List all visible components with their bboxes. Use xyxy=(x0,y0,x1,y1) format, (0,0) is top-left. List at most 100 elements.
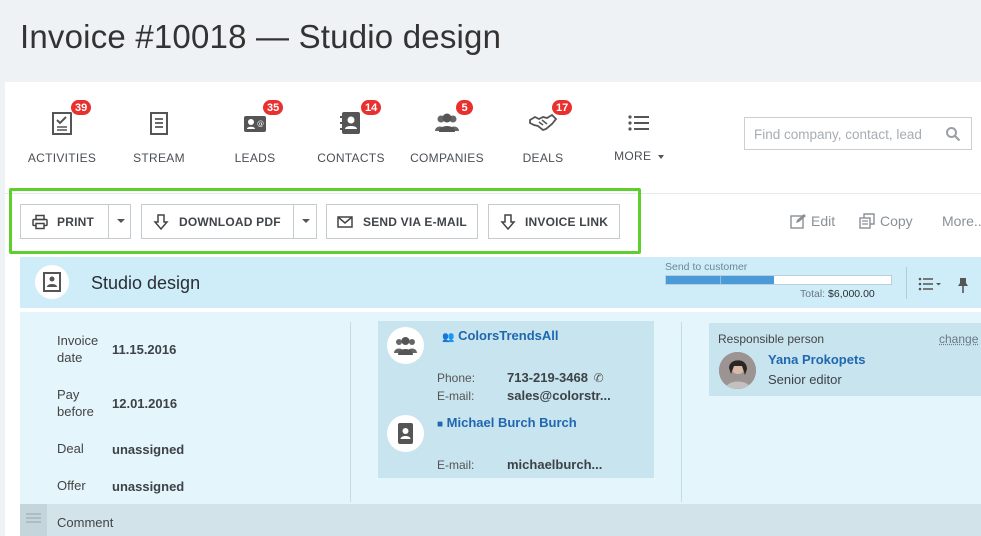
offer-value[interactable]: unassigned xyxy=(112,479,184,494)
client-box: 👥 ColorsTrendsAll Phone: 713-219-3468 ✆ … xyxy=(378,321,654,478)
send-email-label: SEND VIA E-MAIL xyxy=(363,215,467,229)
nav-more-button[interactable]: MORE xyxy=(593,82,685,182)
search-input[interactable] xyxy=(754,125,939,143)
company-name: ColorsTrendsAll xyxy=(458,328,559,343)
nav-companies[interactable]: 5 COMPANIES xyxy=(401,82,493,182)
search-box xyxy=(744,117,972,150)
contact-small-icon: ■ xyxy=(437,419,444,430)
column-divider-1 xyxy=(350,322,351,502)
nav-leads-badge: 35 xyxy=(262,99,285,116)
chevron-down-icon xyxy=(657,154,664,159)
change-responsible-link[interactable]: change xyxy=(939,332,978,346)
stream-document-icon xyxy=(145,109,173,137)
list-settings-icon[interactable] xyxy=(918,277,942,291)
print-button[interactable]: PRINT xyxy=(57,215,94,229)
company-people-icon xyxy=(394,337,417,355)
company-phone: 713-219-3468 ✆ xyxy=(507,370,604,385)
invoice-date-label-1: Invoice xyxy=(57,333,99,348)
pin-icon[interactable] xyxy=(957,277,969,293)
nav-deals-label: DEALS xyxy=(522,151,564,165)
column-divider-2 xyxy=(681,322,682,502)
nav-contacts-label: CONTACTS xyxy=(317,151,385,165)
invoice-details: Invoice date 11.15.2016 Pay before 12.01.2… xyxy=(20,312,981,504)
pay-before-value: 12.01.2016 xyxy=(112,396,178,411)
print-button-group: PRINT xyxy=(20,204,131,239)
invoice-link-label: INVOICE LINK xyxy=(525,215,609,229)
printer-icon xyxy=(32,214,48,230)
invoice-header: Studio design Send to customer Total: $6… xyxy=(20,257,981,308)
nav-stream-label: STREAM xyxy=(133,151,185,165)
envelope-icon xyxy=(337,214,353,230)
company-email-label: E-mail: xyxy=(437,389,475,403)
header-divider xyxy=(906,267,907,299)
nav-deals[interactable]: 17 DEALS xyxy=(497,82,589,182)
company-phone-value: 713-219-3468 xyxy=(507,370,588,385)
contact-email[interactable]: michaelburch... xyxy=(507,457,602,472)
total-value: $6,000.00 xyxy=(828,288,875,300)
responsible-role: Senior editor xyxy=(768,372,842,387)
invoice-date-label: Invoice date xyxy=(57,332,98,366)
invoice-link-button[interactable]: INVOICE LINK xyxy=(488,204,620,239)
pencil-icon xyxy=(790,214,806,229)
nav-companies-label: COMPANIES xyxy=(410,151,484,165)
nav-more-label: MORE xyxy=(593,149,685,163)
phone-handset-icon[interactable]: ✆ xyxy=(594,371,604,385)
contact-link[interactable]: ■ Michael Burch Burch xyxy=(437,415,577,430)
print-split-divider xyxy=(108,205,109,238)
pay-before-label: Pay before xyxy=(57,386,94,420)
download-dropdown-caret-icon[interactable] xyxy=(302,219,310,223)
page-title: Invoice #10018 — Studio design xyxy=(20,18,502,55)
contacts-book-icon xyxy=(337,109,365,137)
nav-leads-label: LEADS xyxy=(234,151,276,165)
comment-section[interactable]: Comment xyxy=(20,504,981,536)
search-icon[interactable] xyxy=(945,126,961,142)
company-phone-label: Phone: xyxy=(437,371,476,385)
download-split-divider xyxy=(293,205,294,238)
print-dropdown-caret-icon[interactable] xyxy=(117,219,125,223)
responsible-name[interactable]: Yana Prokopets xyxy=(768,352,866,367)
contact-email-label: E-mail: xyxy=(437,458,475,472)
nav-activities[interactable]: 39 ACTIVITIES xyxy=(16,82,108,182)
invoice-icon xyxy=(35,265,69,299)
invoice-total: Total: $6,000.00 xyxy=(800,288,875,300)
edit-label: Edit xyxy=(811,213,836,229)
stage-label: Send to customer xyxy=(665,261,748,273)
copy-icon xyxy=(859,213,875,229)
more-actions-button[interactable]: More... xyxy=(942,213,981,229)
comment-label: Comment xyxy=(57,515,114,530)
company-email[interactable]: sales@colorstr... xyxy=(507,388,611,403)
copy-label: Copy xyxy=(880,213,913,229)
company-avatar xyxy=(387,327,424,364)
list-menu-icon xyxy=(625,109,653,137)
download-pdf-button-group: DOWNLOAD PDF xyxy=(141,204,317,239)
invoice-title: Studio design xyxy=(91,273,201,293)
deal-value[interactable]: unassigned xyxy=(112,442,184,457)
contact-name: Michael Burch Burch xyxy=(446,415,577,430)
nav-leads[interactable]: @ 35 LEADS xyxy=(209,82,301,182)
pay-before-label-2: before xyxy=(57,404,94,419)
nav-stream[interactable]: STREAM xyxy=(113,82,205,182)
offer-label: Offer xyxy=(57,478,86,493)
nav-more-text: MORE xyxy=(614,149,652,163)
responsible-person-box: Responsible person change Yana Prokopets… xyxy=(709,323,981,396)
company-link[interactable]: 👥 ColorsTrendsAll xyxy=(442,328,559,343)
drag-handle-icon[interactable] xyxy=(20,504,47,536)
contact-book-icon xyxy=(398,423,413,444)
stage-progress-bar[interactable] xyxy=(665,275,892,285)
nav-contacts-badge: 14 xyxy=(360,99,383,116)
download-arrow-icon xyxy=(153,214,169,231)
link-arrow-down-icon xyxy=(500,214,516,231)
nav-companies-badge: 5 xyxy=(455,99,474,116)
nav-activities-label: ACTIVITIES xyxy=(27,151,97,165)
invoice-date-label-2: date xyxy=(57,350,83,365)
nav-deals-badge: 17 xyxy=(551,99,574,116)
deal-label: Deal xyxy=(57,441,84,456)
send-email-button[interactable]: SEND VIA E-MAIL xyxy=(326,204,478,239)
stage-segment-divider xyxy=(720,276,721,284)
responsible-label: Responsible person xyxy=(718,332,825,346)
responsible-avatar xyxy=(719,352,756,389)
invoice-date-value: 11.15.2016 xyxy=(112,342,177,357)
nav-contacts[interactable]: 14 CONTACTS xyxy=(305,82,397,182)
contact-avatar xyxy=(387,415,424,452)
download-pdf-button[interactable]: DOWNLOAD PDF xyxy=(179,215,281,229)
